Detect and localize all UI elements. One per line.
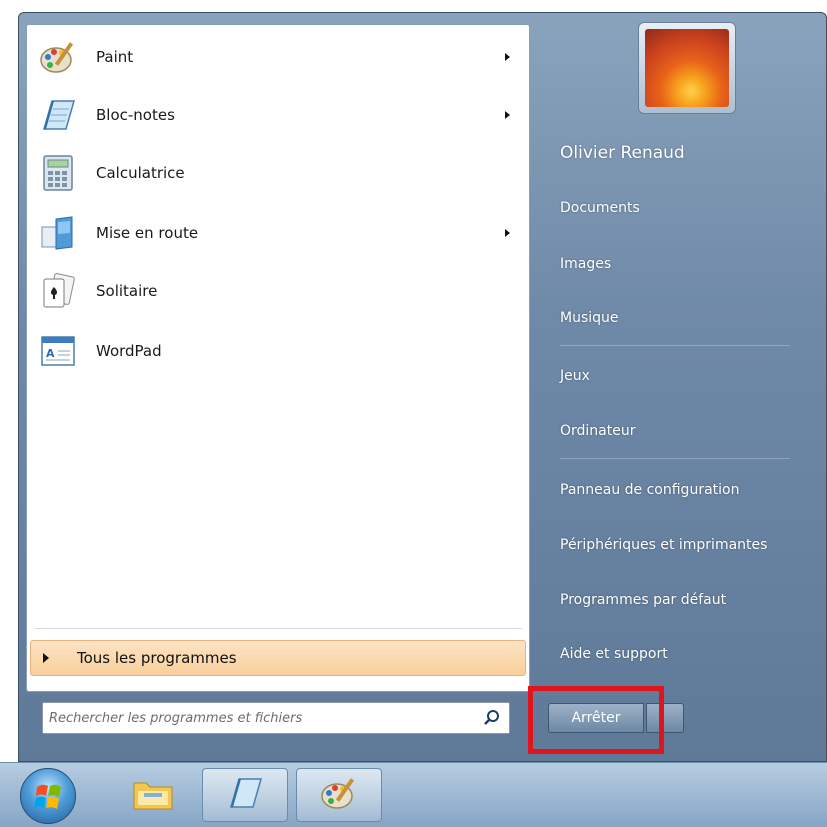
windows-start-orb-icon[interactable] [20,768,76,824]
submenu-arrow-icon[interactable] [505,53,510,61]
link-documents[interactable]: Documents [560,200,640,216]
link-programmes-par-defaut[interactable]: Programmes par défaut [560,592,726,608]
link-ordinateur[interactable]: Ordinateur [560,423,636,439]
highlight-box [528,686,664,754]
expand-arrow-icon [43,653,49,663]
getting-started-icon [36,211,80,255]
program-label: Paint [96,48,134,66]
link-musique[interactable]: Musique [560,310,619,326]
program-item-wordpad[interactable]: A WordPad [32,324,524,378]
program-item-paint[interactable]: Paint [32,30,524,84]
windows-explorer-folder-icon [130,773,176,817]
notepad-icon [36,93,80,137]
taskbar-notepad-button[interactable] [202,768,288,822]
program-label: Mise en route [96,224,199,242]
paint-palette-icon [36,35,80,79]
notepad-icon [225,773,265,817]
separator [34,628,522,629]
search-box [42,702,510,734]
link-images[interactable]: Images [560,256,611,272]
all-programs-button[interactable]: Tous les programmes [30,640,526,676]
program-item-bloc-notes[interactable]: Bloc-notes [32,88,524,142]
link-aide-et-support[interactable]: Aide et support [560,646,668,662]
wordpad-icon: A [36,329,80,373]
user-name-link[interactable]: Olivier Renaud [560,143,685,163]
search-icon[interactable] [475,703,509,733]
program-item-mise-en-route[interactable]: Mise en route [32,206,524,260]
flower-avatar-icon [645,29,729,107]
paint-palette-icon [319,773,359,817]
taskbar-paint-button[interactable] [296,768,382,822]
program-item-solitaire[interactable]: Solitaire [32,264,524,318]
link-jeux[interactable]: Jeux [560,368,590,384]
link-peripheriques-et-imprimantes[interactable]: Périphériques et imprimantes [560,537,767,553]
calculator-icon [36,151,80,195]
submenu-arrow-icon[interactable] [505,229,510,237]
program-label: WordPad [96,342,162,360]
user-picture[interactable] [638,22,736,114]
program-item-calculatrice[interactable]: Calculatrice [32,146,524,200]
solitaire-cards-icon [36,269,80,313]
submenu-arrow-icon[interactable] [505,111,510,119]
separator [560,458,790,459]
all-programs-label: Tous les programmes [77,649,237,667]
taskbar-explorer-button[interactable] [110,768,196,822]
search-input[interactable] [43,703,475,733]
program-label: Solitaire [96,282,158,300]
program-label: Bloc-notes [96,106,175,124]
svg-text:A: A [46,347,55,360]
program-label: Calculatrice [96,164,185,182]
separator [560,345,790,346]
link-panneau-de-configuration[interactable]: Panneau de configuration [560,482,739,498]
